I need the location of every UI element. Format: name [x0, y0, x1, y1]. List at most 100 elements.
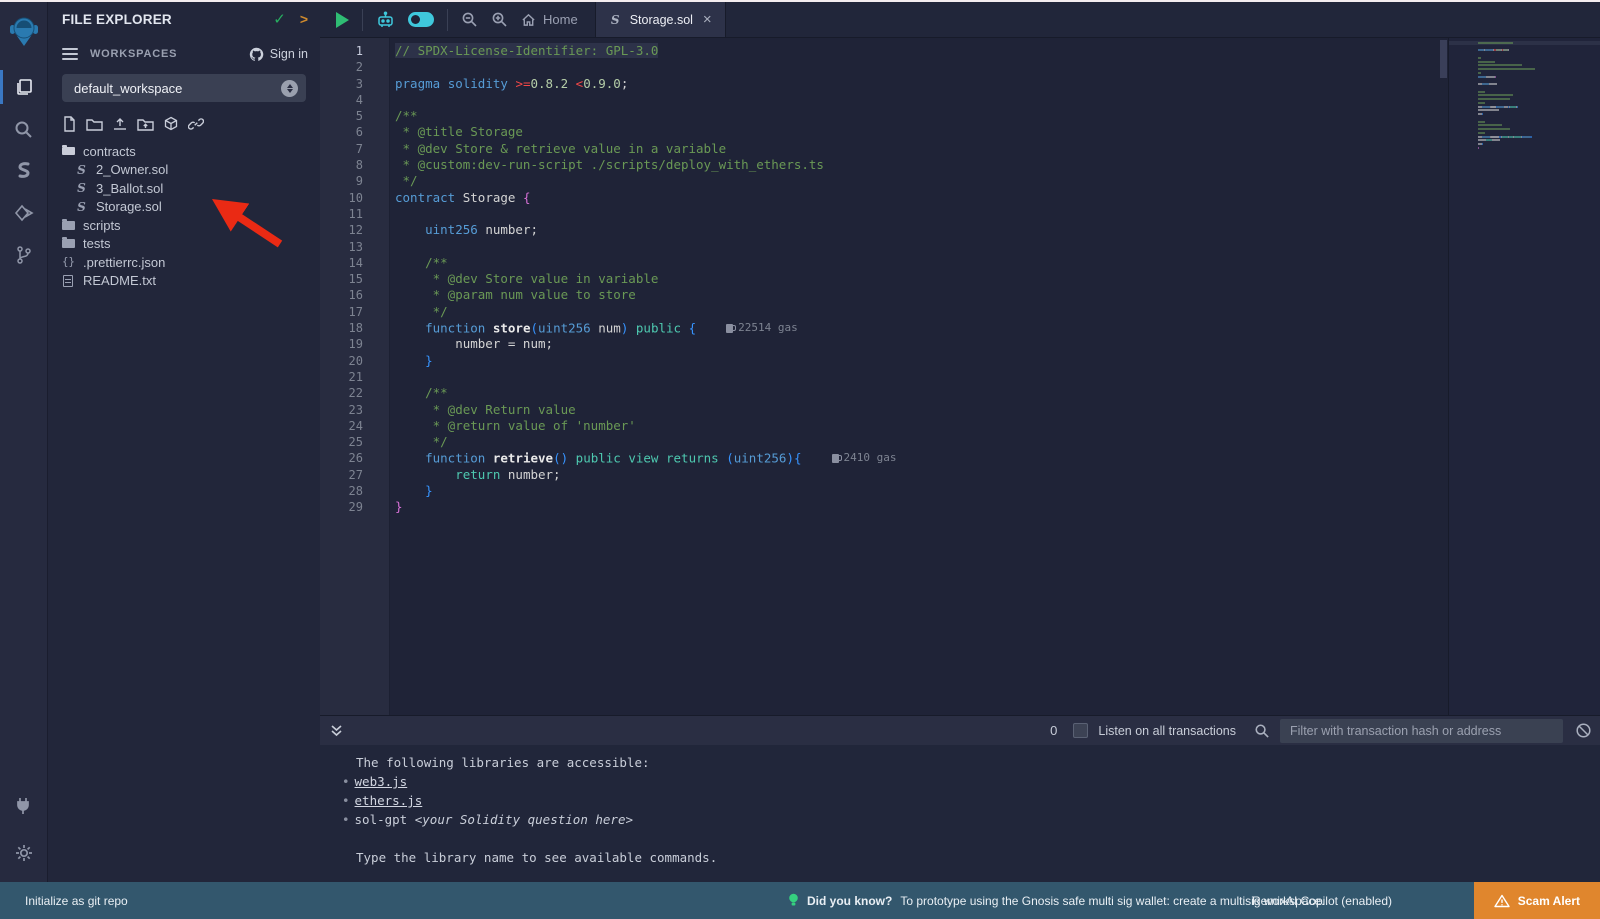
solidity-icon: S — [75, 164, 88, 176]
listen-label[interactable]: Listen on all transactions — [1098, 724, 1236, 738]
code-line-9: */ — [395, 173, 1600, 189]
line-number: 25 — [320, 434, 363, 450]
upload-file-icon[interactable] — [112, 116, 128, 132]
folder-open-icon — [62, 147, 75, 155]
code-line-8: * @custom:dev-run-script ./scripts/deplo… — [395, 157, 1600, 173]
ai-robot-icon[interactable] — [376, 11, 395, 29]
solidity-icon: S — [609, 14, 622, 26]
remix-logo[interactable] — [0, 8, 48, 54]
tree-item-README.txt[interactable]: README.txt — [48, 272, 320, 291]
check-icon[interactable]: ✓ — [273, 10, 286, 28]
line-number: 21 — [320, 369, 363, 385]
file-tree: contractsS2_Owner.solS3_Ballot.solSStora… — [48, 142, 320, 290]
line-number: 2 — [320, 59, 363, 75]
sidebar-item-search[interactable] — [0, 108, 48, 150]
tree-item-label: contracts — [83, 144, 136, 159]
copilot-status[interactable]: RemixAI Copilot (enabled) — [1252, 894, 1392, 908]
link-icon[interactable] — [188, 116, 204, 132]
gear-icon — [14, 843, 34, 863]
close-tab-icon[interactable]: × — [703, 12, 712, 27]
line-number: 12 — [320, 222, 363, 238]
terminal-line: •web3.js — [320, 772, 1600, 791]
gas-estimate: 2410 gas — [832, 450, 897, 466]
tree-item-scripts[interactable]: scripts — [48, 216, 320, 235]
gas-pump-icon — [832, 454, 839, 463]
upload-folder-icon[interactable] — [137, 117, 154, 132]
code-line-14: /** — [395, 255, 1600, 271]
git-init-button[interactable]: Initialize as git repo — [25, 894, 128, 908]
code-line-26: function retrieve() public view returns … — [395, 450, 1600, 466]
chevron-right-icon[interactable]: > — [300, 11, 308, 27]
line-number: 1 — [320, 43, 363, 59]
transaction-filter-input[interactable] — [1280, 719, 1563, 743]
line-number: 4 — [320, 92, 363, 108]
code-line-25: */ — [395, 434, 1600, 450]
sidebar-item-plugin-manager[interactable] — [0, 784, 48, 826]
git-branch-icon — [15, 245, 33, 265]
tree-item-3_Ballot.sol[interactable]: S3_Ballot.sol — [48, 179, 320, 198]
json-icon: {} — [62, 256, 75, 268]
copilot-toggle[interactable] — [408, 12, 434, 27]
tab-storage-sol[interactable]: S Storage.sol × — [595, 2, 726, 37]
workspace-select[interactable]: default_workspace — [62, 74, 306, 102]
terminal[interactable]: The following libraries are accessible:•… — [320, 745, 1600, 884]
sidebar-item-deploy-run[interactable] — [0, 192, 48, 234]
code-line-23: * @dev Return value — [395, 402, 1600, 418]
tree-item-label: Storage.sol — [96, 199, 162, 214]
terminal-link[interactable]: ethers.js — [355, 793, 423, 808]
terminal-link[interactable]: web3.js — [355, 774, 408, 789]
line-number: 17 — [320, 304, 363, 320]
tab-home[interactable]: Home — [521, 12, 578, 27]
code-content[interactable]: // SPDX-License-Identifier: GPL-3.0 prag… — [390, 38, 1600, 715]
solidity-compiler-icon — [15, 161, 33, 181]
file-explorer-panel: FILE EXPLORER ✓ > WORKSPACES Sign in def… — [48, 2, 320, 884]
clear-ban-icon[interactable] — [1575, 722, 1592, 739]
folder-icon — [62, 221, 75, 230]
scam-alert-button[interactable]: Scam Alert — [1474, 882, 1600, 919]
sidebar-item-git[interactable] — [0, 234, 48, 276]
warning-icon — [1494, 894, 1510, 908]
explorer-header: FILE EXPLORER ✓ > — [48, 2, 320, 36]
workspace-sort-icon[interactable] — [281, 80, 298, 97]
new-file-icon[interactable] — [62, 116, 77, 132]
tree-item-2_Owner.sol[interactable]: S2_Owner.sol — [48, 161, 320, 180]
tree-item-label: .prettierrc.json — [83, 255, 165, 270]
tab-label: Storage.sol — [630, 13, 693, 27]
tree-item-Storage.sol[interactable]: SStorage.sol — [48, 198, 320, 217]
tree-item-contracts[interactable]: contracts — [48, 142, 320, 161]
tree-item-tests[interactable]: tests — [48, 235, 320, 254]
tree-item-.prettierrc.json[interactable]: {} .prettierrc.json — [48, 253, 320, 272]
editor-minimap[interactable] — [1448, 38, 1600, 715]
new-folder-icon[interactable] — [86, 117, 103, 132]
deploy-run-icon — [14, 204, 34, 222]
code-line-20: } — [395, 353, 1600, 369]
line-number: 26 — [320, 450, 363, 466]
line-number: 7 — [320, 141, 363, 157]
cube-icon[interactable] — [163, 116, 179, 132]
remix-logo-icon — [9, 15, 39, 47]
zoom-in-icon[interactable] — [491, 11, 508, 28]
line-number: 29 — [320, 499, 363, 515]
code-line-19: number = num; — [395, 336, 1600, 352]
run-play-button[interactable] — [336, 12, 349, 28]
line-number: 6 — [320, 124, 363, 140]
sign-in-button[interactable]: Sign in — [249, 47, 308, 62]
sidebar-item-settings[interactable] — [0, 832, 48, 874]
minimap-line — [1478, 146, 1600, 150]
tree-item-label: scripts — [83, 218, 121, 233]
listen-checkbox[interactable] — [1073, 723, 1088, 738]
line-number: 8 — [320, 157, 363, 173]
sidebar-item-solidity-compiler[interactable] — [0, 150, 48, 192]
sidebar-item-file-explorer[interactable] — [0, 66, 48, 108]
code-editor[interactable]: 1234567891011121314151617181920212223242… — [320, 38, 1600, 715]
editor-scrollbar[interactable] — [1440, 40, 1447, 78]
hamburger-menu-icon[interactable] — [62, 48, 78, 60]
terminal-search-icon[interactable] — [1254, 723, 1270, 739]
terminal-collapse-icon[interactable] — [330, 724, 343, 738]
zoom-out-icon[interactable] — [461, 11, 478, 28]
tree-item-label: 3_Ballot.sol — [96, 181, 163, 196]
editor-toolbar: Home S Storage.sol × — [320, 2, 1600, 38]
terminal-controls: 0 Listen on all transactions — [1050, 719, 1592, 743]
sign-in-label: Sign in — [270, 47, 308, 61]
did-you-know-tip: Did you know? To prototype using the Gno… — [788, 893, 1325, 908]
